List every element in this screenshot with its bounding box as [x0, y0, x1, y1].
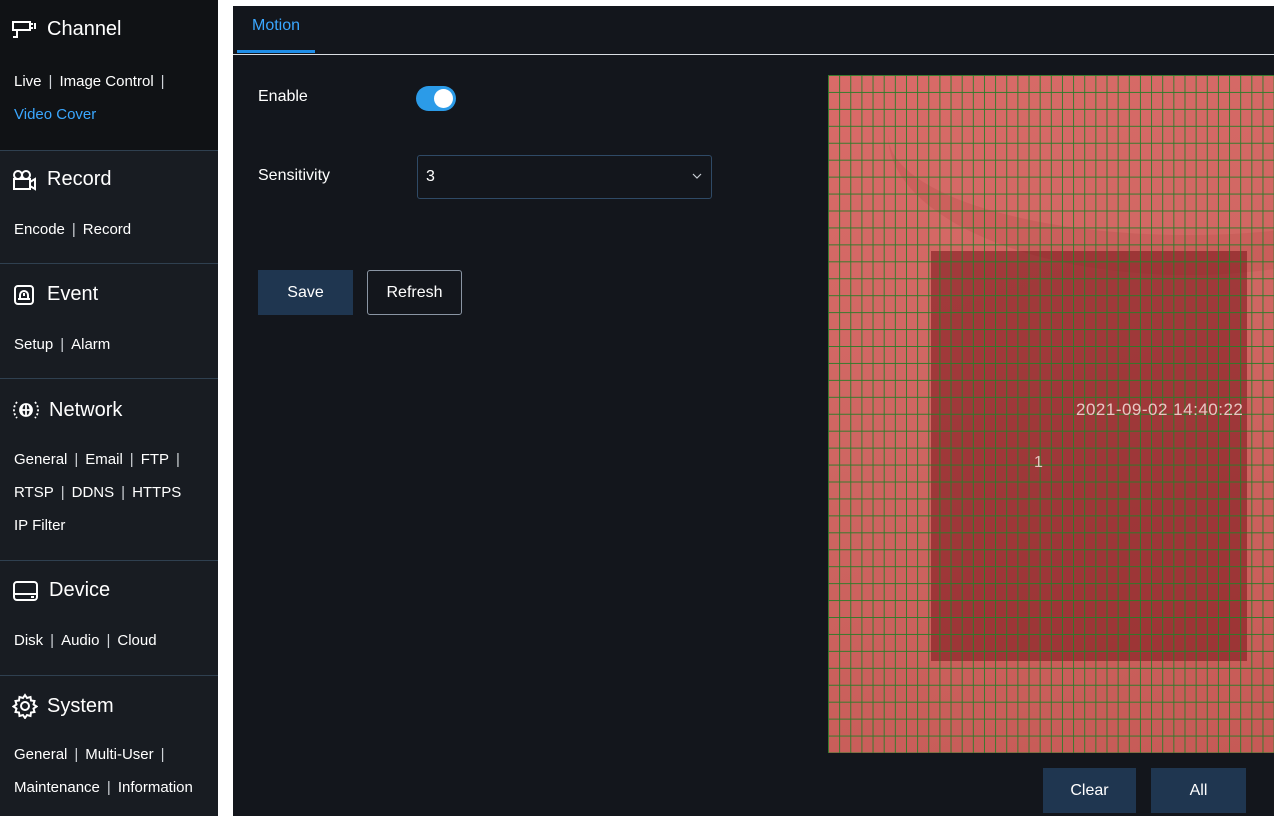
video-timestamp: 2021-09-02 14:40:22	[1076, 400, 1244, 419]
system-links: General | Multi-User | Maintenance | Informat…	[14, 746, 193, 796]
refresh-button[interactable]: Refresh	[367, 270, 462, 315]
sidebar: Channel Live | Image Control | Video Cover …	[0, 0, 218, 816]
video-channel-number: 1	[1034, 454, 1043, 471]
sidebar-heading-record[interactable]: Record	[12, 168, 111, 191]
main-panel: Motion Enable Sensitivity 3 Save Refresh…	[233, 6, 1274, 816]
gear-icon	[12, 693, 38, 719]
sidebar-link-ftp[interactable]: FTP	[141, 451, 169, 468]
sidebar-link-general[interactable]: General	[14, 451, 67, 468]
sidebar-link-setup[interactable]: Setup	[14, 336, 53, 353]
hard-drive-icon	[13, 580, 38, 601]
sidebar-heading-network[interactable]: Network	[12, 397, 122, 423]
sidebar-section-event: Event Setup | Alarm	[0, 263, 218, 379]
sidebar-link-maintenance[interactable]: Maintenance	[14, 779, 100, 796]
sidebar-section-device: Device Disk | Audio | Cloud	[0, 560, 218, 676]
toggle-knob	[434, 89, 453, 108]
sidebar-link-audio[interactable]: Audio	[61, 632, 99, 649]
sidebar-link-rtsp[interactable]: RTSP	[14, 484, 54, 501]
save-button[interactable]: Save	[258, 270, 353, 315]
tab-motion[interactable]: Motion	[237, 6, 315, 53]
enable-toggle[interactable]	[416, 86, 456, 111]
sidebar-heading-channel[interactable]: Channel	[12, 18, 122, 41]
event-links: Setup | Alarm	[14, 336, 111, 353]
sidebar-link-multi-user[interactable]: Multi-User	[85, 746, 153, 763]
sidebar-section-channel: Channel Live | Image Control | Video Cover	[0, 0, 218, 150]
sidebar-link-email[interactable]: Email	[85, 451, 123, 468]
chevron-down-icon	[692, 173, 702, 179]
alarm-icon	[14, 284, 34, 305]
sidebar-link-image-control[interactable]: Image Control	[59, 73, 153, 90]
sidebar-section-system: System General | Multi-User | Maintenance | I…	[0, 675, 218, 817]
sidebar-link-alarm[interactable]: Alarm	[71, 336, 110, 353]
tab-bar: Motion	[233, 6, 1274, 55]
sidebar-link-disk[interactable]: Disk	[14, 632, 43, 649]
record-links: Encode | Record	[14, 221, 132, 238]
sidebar-link-video-cover[interactable]: Video Cover	[14, 106, 96, 123]
enable-label: Enable	[258, 88, 308, 105]
network-links: General | Email | FTP | RTSP | DDNS | HTTPS IP Fi…	[14, 451, 182, 534]
motion-detection-grid[interactable]: 2021-09-02 14:40:22 1	[828, 75, 1274, 753]
sensitivity-select[interactable]: 3	[417, 155, 712, 199]
clear-button[interactable]: Clear	[1043, 768, 1136, 813]
sidebar-section-network: Network General | Email | FTP | RTSP | DDNS | HTT…	[0, 378, 218, 561]
sidebar-link-ddns[interactable]: DDNS	[72, 484, 115, 501]
sidebar-link-ip-filter[interactable]: IP Filter	[14, 517, 65, 534]
sidebar-link-live[interactable]: Live	[14, 73, 42, 90]
camera-icon	[12, 20, 36, 38]
sidebar-heading-system[interactable]: System	[12, 693, 114, 719]
sidebar-link-cloud[interactable]: Cloud	[117, 632, 156, 649]
sidebar-heading-event[interactable]: Event	[12, 283, 98, 306]
sidebar-link-system-general[interactable]: General	[14, 746, 67, 763]
sensitivity-label: Sensitivity	[258, 167, 331, 184]
panel-gap	[218, 0, 233, 816]
video-camera-icon	[13, 169, 36, 191]
device-links: Disk | Audio | Cloud	[14, 632, 157, 649]
sidebar-link-encode[interactable]: Encode	[14, 221, 65, 238]
channel-links: Live | Image Control | Video Cover	[14, 73, 165, 123]
sidebar-link-https[interactable]: HTTPS	[132, 484, 181, 501]
sidebar-section-record: Record Encode | Record	[0, 150, 218, 264]
sidebar-link-record[interactable]: Record	[83, 221, 131, 238]
sidebar-heading-device[interactable]: Device	[12, 579, 110, 602]
sidebar-link-information[interactable]: Information	[118, 779, 193, 796]
sensitivity-value: 3	[426, 168, 435, 185]
select-all-button[interactable]: All	[1151, 768, 1246, 813]
network-globe-icon	[13, 401, 39, 419]
